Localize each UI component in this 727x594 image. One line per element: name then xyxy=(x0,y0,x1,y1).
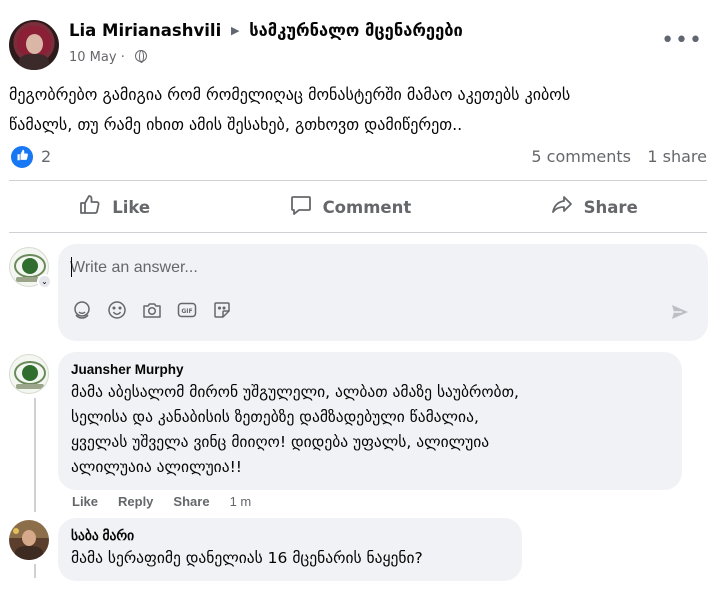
comment-item: Juansher Murphy მამა აბესალომ მირონ უშგუ… xyxy=(9,352,709,512)
thread-line xyxy=(34,564,36,578)
author-name[interactable]: Lia Mirianashvili xyxy=(69,21,221,40)
comment-reply-button[interactable]: Reply xyxy=(118,494,153,509)
comment-text-line: ალილუაია ალილუია!! xyxy=(71,458,242,476)
post-text-line: მეგობრებო გამიგია რომ რომელიღაც მონასტერ… xyxy=(9,85,571,104)
comment-input[interactable] xyxy=(70,256,630,280)
comment-bubble-icon xyxy=(289,193,313,221)
post-text: მეგობრებო გამიგია რომ რომელიღაც მონასტერ… xyxy=(9,80,709,140)
comment-author[interactable]: Juansher Murphy xyxy=(71,361,669,379)
comment-text-line: სელისა და კანაბისის ზეთებზე დამზადებული … xyxy=(71,408,479,426)
sticker-icon[interactable] xyxy=(212,300,232,320)
comment-bubble: Juansher Murphy მამა აბესალომ მირონ უშგუ… xyxy=(58,352,682,490)
like-button-label: Like xyxy=(112,197,151,217)
post-text-line: წამალს, თუ რამე იხით ამის შესახებ, გთხოვ… xyxy=(9,115,463,134)
avatar-sticker-icon[interactable] xyxy=(72,300,92,320)
gif-icon[interactable]: GIF xyxy=(177,300,197,320)
share-button[interactable]: Share xyxy=(520,187,668,227)
thread-line xyxy=(34,398,36,512)
action-bar: Like Comment Share xyxy=(9,185,707,229)
comment-text: მამა სერაფიმე დანელიას 16 მცენარის ნაყენ… xyxy=(71,546,509,571)
globe-icon xyxy=(134,50,147,63)
group-name[interactable]: სამკურნალო მცენარეები xyxy=(249,21,463,40)
divider xyxy=(9,232,707,233)
comment-count[interactable]: 5 comments xyxy=(531,147,631,166)
post-stats: 2 5 comments 1 share xyxy=(9,144,709,170)
comment-timestamp[interactable]: 1 m xyxy=(230,494,252,509)
comment-share-button[interactable]: Share xyxy=(173,494,209,509)
camera-icon[interactable] xyxy=(142,300,162,320)
composer-tools: GIF xyxy=(72,300,232,320)
comment-item: საბა მარი მამა სერაფიმე დანელიას 16 მცენ… xyxy=(9,518,709,588)
post-date[interactable]: 10 May xyxy=(69,50,117,65)
comment-author[interactable]: საბა მარი xyxy=(71,527,509,545)
comment-text: მამა აბესალომ მირონ უშგულელი, ალბათ ამაზ… xyxy=(71,380,669,480)
text-caret xyxy=(71,257,72,277)
date-separator: · xyxy=(120,50,125,65)
comment-actions: Like Reply Share 1 m xyxy=(72,494,251,509)
share-count[interactable]: 1 share xyxy=(647,147,707,166)
share-arrow-icon xyxy=(550,193,574,221)
commenter-avatar[interactable] xyxy=(9,354,49,394)
comment-text-line: მამა სერაფიმე დანელიას 16 მცენარის ნაყენ… xyxy=(71,549,423,567)
comment-text-line: მამა აბესალომ მირონ უშგულელი, ალბათ ამაზ… xyxy=(71,383,519,401)
comment-text-line: ყველას უშველა ვინც მიიღო! დიდება უფალს, … xyxy=(71,433,490,451)
group-arrow-icon: ▶ xyxy=(230,24,240,37)
thumbs-up-icon xyxy=(78,193,102,221)
svg-text:GIF: GIF xyxy=(181,308,192,315)
author-avatar[interactable] xyxy=(9,20,59,70)
comment-button-label: Comment xyxy=(322,197,412,217)
like-button[interactable]: Like xyxy=(48,187,180,227)
comment-bubble: საბა მარი მამა სერაფიმე დანელიას 16 მცენ… xyxy=(58,518,522,581)
comment-composer: ⌄ GIF xyxy=(9,244,709,342)
send-icon[interactable] xyxy=(670,302,690,322)
post-date-line: 10 May · xyxy=(69,50,147,65)
comment-button[interactable]: Comment xyxy=(259,187,442,227)
like-count[interactable]: 2 xyxy=(41,147,51,166)
divider xyxy=(9,180,707,181)
post-header: Lia Mirianashvili ▶ სამკურნალო მცენარეებ… xyxy=(9,17,719,73)
chevron-down-icon[interactable]: ⌄ xyxy=(37,274,52,289)
more-options-icon[interactable]: ••• xyxy=(661,30,703,52)
emoji-icon[interactable] xyxy=(107,300,127,320)
share-button-label: Share xyxy=(583,197,638,217)
post-author-line: Lia Mirianashvili ▶ სამკურნალო მცენარეებ… xyxy=(69,21,463,40)
comment-like-button[interactable]: Like xyxy=(72,494,98,509)
composer-box[interactable]: GIF xyxy=(58,244,708,341)
like-reaction-icon[interactable] xyxy=(11,146,33,168)
commenter-avatar[interactable] xyxy=(9,520,49,560)
